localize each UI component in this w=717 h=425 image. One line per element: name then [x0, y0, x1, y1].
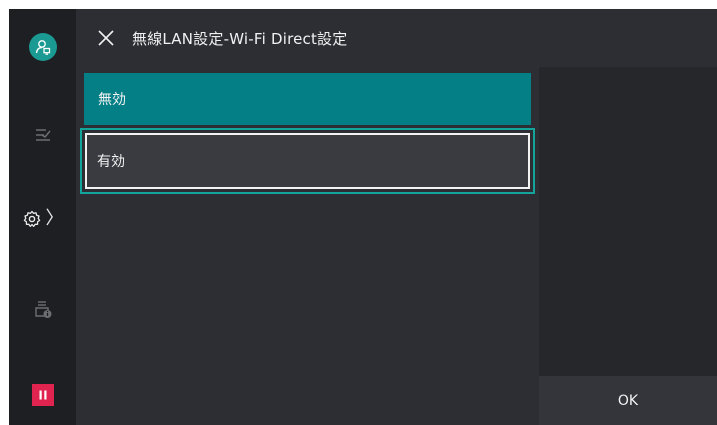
page-title: 無線LAN設定-Wi-Fi Direct設定 — [132, 29, 348, 48]
gear-icon — [23, 210, 40, 227]
user-login-icon — [28, 33, 57, 61]
option-list: 無効 有効 — [76, 67, 539, 425]
close-button[interactable] — [86, 18, 126, 58]
device-info-button[interactable] — [9, 289, 76, 329]
option-disabled[interactable]: 無効 — [84, 73, 531, 125]
device-screen: 〉 無線LAN設定-Wi-Fi Direct設定 無効 有効 OK — [9, 9, 717, 425]
chevron-right-icon: 〉 — [45, 208, 64, 229]
pause-button[interactable] — [9, 375, 76, 415]
device-info-icon — [34, 301, 51, 318]
option-label: 有効 — [97, 154, 125, 170]
left-rail: 〉 — [9, 9, 76, 425]
job-flow-button[interactable] — [9, 115, 76, 155]
header-bar: 無線LAN設定-Wi-Fi Direct設定 — [76, 9, 717, 67]
option-enabled[interactable]: 有効 — [85, 133, 530, 189]
ok-label: OK — [617, 392, 639, 409]
settings-button[interactable]: 〉 — [9, 199, 76, 239]
job-flow-icon — [35, 129, 51, 141]
ok-button[interactable]: OK — [539, 376, 717, 425]
login-button[interactable] — [9, 27, 76, 67]
pause-icon — [31, 384, 54, 406]
option-enabled-focus-ring: 有効 — [80, 128, 535, 194]
right-panel — [539, 67, 717, 425]
close-icon — [98, 30, 114, 46]
option-label: 無効 — [98, 92, 126, 108]
